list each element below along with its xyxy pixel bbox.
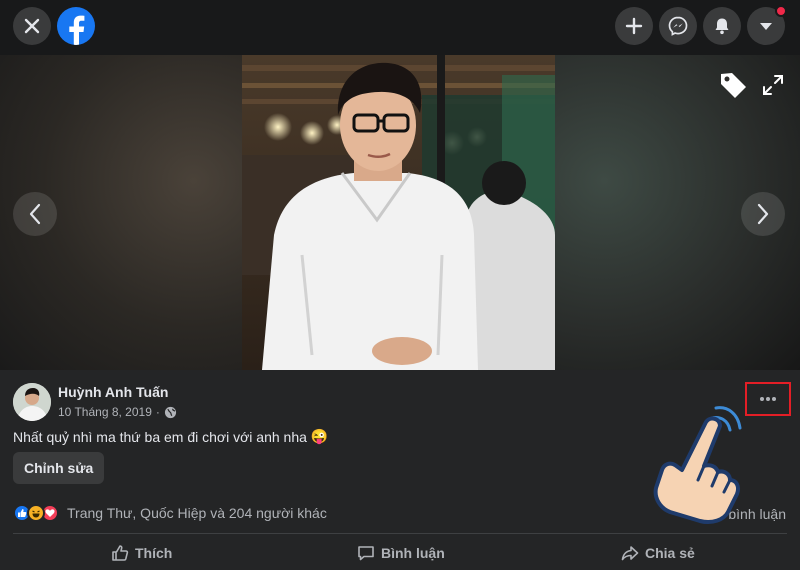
messenger-button[interactable]	[659, 7, 697, 45]
more-dots-icon	[760, 397, 776, 401]
facebook-logo[interactable]	[57, 7, 95, 45]
share-label: Chia sẻ	[645, 545, 695, 561]
chevron-right-icon	[757, 203, 769, 225]
close-icon	[24, 18, 40, 34]
close-button[interactable]	[13, 7, 51, 45]
divider	[13, 533, 787, 534]
tag-icon	[721, 73, 746, 98]
expand-icon	[763, 75, 783, 95]
like-label: Thích	[135, 545, 173, 561]
fullscreen-button[interactable]	[757, 69, 789, 101]
facebook-f-icon	[69, 15, 85, 45]
like-button[interactable]: Thích	[111, 541, 172, 565]
chevron-left-icon	[29, 203, 41, 225]
edit-post-button[interactable]: Chỉnh sửa	[13, 452, 105, 484]
post-caption: Nhất quỷ nhì ma thứ ba em đi chơi với an…	[13, 428, 328, 445]
comment-button[interactable]: Bình luận	[357, 541, 445, 565]
post-author[interactable]: Huỳnh Anh Tuấn	[58, 384, 168, 400]
share-button[interactable]: Chia sẻ	[621, 541, 695, 565]
comment-label: Bình luận	[381, 545, 445, 561]
globe-icon	[164, 406, 176, 418]
plus-icon	[625, 17, 643, 35]
notifications-button[interactable]	[703, 7, 741, 45]
post-meta: 10 Tháng 8, 2019 ·	[58, 405, 177, 419]
reaction-names[interactable]: Trang Thư, Quốc Hiệp và 204 người khác	[67, 505, 327, 521]
meta-separator: ·	[155, 405, 160, 419]
notification-dot	[775, 5, 787, 17]
tag-photo-button[interactable]	[717, 69, 749, 101]
create-button[interactable]	[615, 7, 653, 45]
post-date[interactable]: 10 Tháng 8, 2019	[58, 405, 152, 419]
caption-text: Nhất quỷ nhì ma thứ ba em đi chơi với an…	[13, 428, 307, 445]
post-photo	[242, 55, 555, 370]
reaction-summary[interactable]: Trang Thư, Quốc Hiệp và 204 người khác	[13, 504, 327, 522]
photo-viewer	[0, 55, 800, 370]
pointing-hand-icon	[653, 406, 742, 524]
messenger-icon	[668, 16, 688, 36]
comment-icon	[358, 546, 374, 561]
top-bar	[0, 0, 800, 55]
more-options-button[interactable]	[745, 382, 791, 416]
avatar[interactable]	[13, 383, 51, 421]
photo-illustration	[242, 55, 555, 370]
caret-down-icon	[760, 23, 772, 30]
previous-photo-button[interactable]	[13, 192, 57, 236]
haha-icon	[27, 504, 45, 522]
thumbs-up-icon	[112, 545, 129, 561]
bell-icon	[715, 18, 729, 35]
avatar-image	[13, 383, 51, 421]
share-icon	[621, 546, 639, 561]
account-menu-button[interactable]	[747, 5, 787, 45]
next-photo-button[interactable]	[741, 192, 785, 236]
wink-emoji-icon: 😜	[310, 428, 329, 444]
